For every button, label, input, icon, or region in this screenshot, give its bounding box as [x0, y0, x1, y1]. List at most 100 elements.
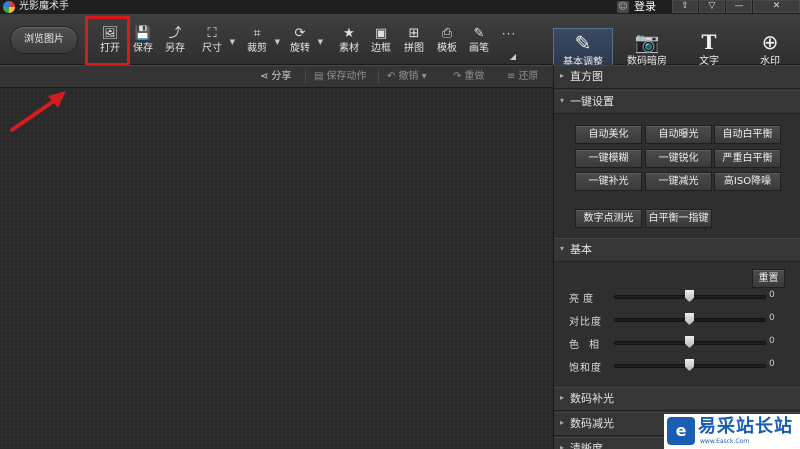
template-button[interactable]: ⎙ 模板	[432, 26, 462, 60]
save-button[interactable]: 💾 保存	[128, 26, 158, 60]
brush-button[interactable]: ✎ 画笔	[464, 26, 494, 60]
share-label: 分享	[271, 71, 292, 82]
frame-button[interactable]: ▣ 边框	[366, 26, 396, 60]
minimize-button[interactable]: —	[726, 0, 752, 13]
template-icon: ⎙	[441, 26, 453, 41]
menu-button[interactable]: ▽	[699, 0, 725, 13]
material-label: 素材	[339, 43, 359, 54]
resize-icon: ⛶	[207, 26, 217, 41]
skin-button[interactable]: ⇧	[672, 0, 698, 13]
collage-button[interactable]: ⊞ 拼图	[399, 26, 429, 60]
contrast-slider-thumb[interactable]	[685, 313, 694, 325]
histogram-section-header[interactable]: ▸ 直方图	[554, 65, 800, 89]
digital-fill-section-header[interactable]: ▸ 数码补光	[554, 387, 800, 411]
auto-white-balance-button[interactable]: 自动白平衡	[714, 125, 781, 144]
text-icon: T	[701, 30, 717, 54]
severe-white-balance-button[interactable]: 严重白平衡	[714, 149, 781, 168]
save-action-button[interactable]: ▤ 保存动作	[314, 70, 366, 84]
histogram-title: 直方图	[570, 70, 603, 83]
collapsed-arrow-icon: ▸	[560, 71, 565, 80]
hue-slider-thumb[interactable]	[685, 336, 694, 348]
login-link[interactable]: 登录	[634, 0, 656, 14]
more-icon: ···	[501, 27, 517, 41]
darkroom-icon: 📷	[634, 30, 660, 54]
redo-button[interactable]: ↷ 重做	[453, 70, 484, 84]
action-bar: ⋖ 分享 ▤ 保存动作 ↶ 撤销 ▾ ↷ 重做 ≡ 还原	[0, 65, 553, 88]
hue-label: 色相	[569, 340, 609, 351]
brightness-value: 0	[769, 290, 775, 300]
rotate-label: 旋转	[290, 43, 310, 54]
watermark-icon: ⊕	[761, 30, 779, 54]
hue-value: 0	[769, 336, 775, 346]
contrast-label: 对比度	[569, 317, 602, 328]
white-balance-picker-button[interactable]: 白平衡一指键	[645, 209, 712, 228]
brightness-slider-thumb[interactable]	[685, 290, 694, 302]
basic-section-header[interactable]: ▾ 基本	[554, 238, 800, 262]
reset-button[interactable]: 重置	[752, 269, 785, 288]
site-watermark: e 易采站长站 www.Easck.Com	[664, 414, 800, 449]
undo-icon: ↶	[387, 71, 396, 82]
rotate-icon: ⟳	[294, 26, 306, 41]
watermark-text: 易采站长站	[698, 416, 793, 437]
one-click-fill-light-button[interactable]: 一键补光	[575, 172, 642, 191]
save-as-button[interactable]: ⤴ 另存	[160, 26, 190, 60]
one-click-title: 一键设置	[570, 95, 614, 108]
rotate-dropdown-icon[interactable]: ▼	[318, 38, 323, 46]
restore-icon: ≡	[507, 71, 516, 82]
basic-title: 基本	[570, 243, 592, 256]
brush-icon: ✎	[473, 26, 485, 41]
contrast-slider-row: 对比度 0	[554, 311, 800, 329]
user-avatar-icon[interactable]: ☺	[617, 1, 629, 13]
brightness-label: 亮度	[569, 294, 597, 305]
save-as-icon: ⤴	[168, 26, 182, 41]
image-canvas[interactable]	[0, 89, 553, 449]
crop-button[interactable]: ⌗ 裁剪 ▼	[242, 26, 280, 60]
close-button[interactable]: ✕	[753, 0, 800, 13]
crop-icon: ⌗	[253, 26, 261, 41]
digital-spot-metering-button[interactable]: 数字点测光	[575, 209, 642, 228]
auto-exposure-button[interactable]: 自动曝光	[645, 125, 712, 144]
contrast-value: 0	[769, 313, 775, 323]
brush-label: 画笔	[469, 43, 489, 54]
save-action-label: 保存动作	[326, 71, 367, 82]
app-title: 光影魔术手	[19, 1, 69, 12]
expanded-arrow-icon: ▾	[560, 244, 565, 253]
resize-button[interactable]: ⛶ 尺寸 ▼	[197, 26, 235, 60]
resize-dropdown-icon[interactable]: ▼	[230, 38, 235, 46]
expanded-arrow-icon: ▾	[560, 96, 565, 105]
crop-label: 裁剪	[247, 43, 267, 54]
rotate-button[interactable]: ⟳ 旋转 ▼	[285, 26, 323, 60]
browse-images-button[interactable]: 浏览图片	[10, 26, 78, 54]
share-button[interactable]: ⋖ 分享	[260, 70, 291, 84]
digital-reduce-title: 数码减光	[570, 417, 614, 430]
collage-icon: ⊞	[408, 26, 420, 41]
redo-icon: ↷	[453, 71, 462, 82]
saturation-value: 0	[769, 359, 775, 369]
undo-button[interactable]: ↶ 撤销 ▾	[387, 70, 427, 84]
collapsed-arrow-icon: ▸	[560, 443, 565, 449]
restore-button[interactable]: ≡ 还原	[507, 70, 538, 84]
high-iso-denoise-button[interactable]: 高ISO降噪	[714, 172, 781, 191]
auto-beautify-button[interactable]: 自动美化	[575, 125, 642, 144]
more-tools-button[interactable]: ··· ◢	[500, 28, 518, 62]
one-click-reduce-light-button[interactable]: 一键减光	[645, 172, 712, 191]
adjust-icon: ✎	[574, 31, 592, 55]
expand-icon: ◢	[509, 52, 517, 61]
crop-dropdown-icon[interactable]: ▼	[275, 38, 280, 46]
one-click-sharpen-button[interactable]: 一键锐化	[645, 149, 712, 168]
saturation-slider-thumb[interactable]	[685, 359, 694, 371]
sharpness-title: 清晰度	[570, 442, 603, 449]
one-click-blur-button[interactable]: 一键模糊	[575, 149, 642, 168]
open-highlight-box	[85, 16, 130, 66]
collapsed-arrow-icon: ▸	[560, 393, 565, 402]
save-action-icon: ▤	[314, 71, 324, 82]
material-button[interactable]: ★ 素材	[334, 26, 364, 60]
adjust-panel: ▸ 直方图 ▾ 一键设置 自动美化 自动曝光 自动白平衡 一键模糊 一键锐化 严…	[553, 65, 800, 449]
app-logo-icon	[3, 1, 15, 13]
save-label: 保存	[133, 43, 153, 54]
undo-dropdown-icon[interactable]: ▾	[422, 71, 427, 82]
one-click-section-header[interactable]: ▾ 一键设置	[554, 90, 800, 114]
redo-label: 重做	[464, 71, 485, 82]
resize-label: 尺寸	[202, 43, 222, 54]
frame-label: 边框	[371, 43, 391, 54]
